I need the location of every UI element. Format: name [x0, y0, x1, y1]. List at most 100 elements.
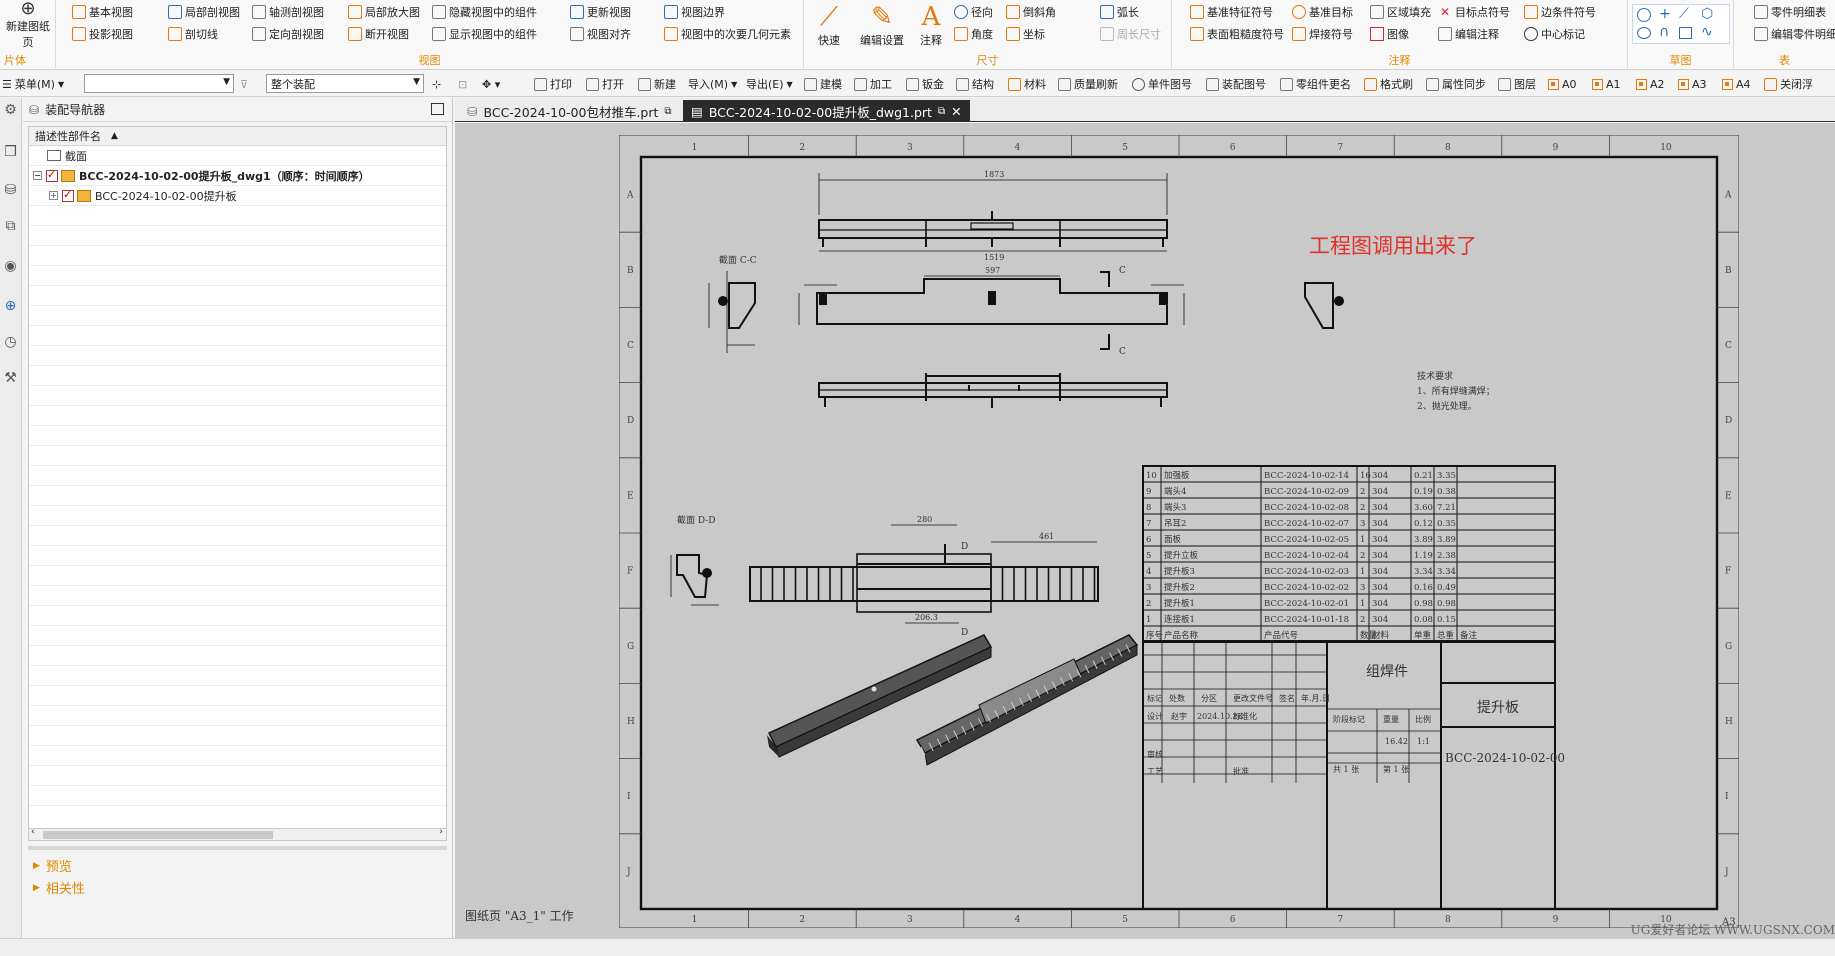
export-button[interactable]: 导出(E) ▼: [746, 75, 793, 93]
align-view-button[interactable]: 视图对齐: [570, 24, 631, 44]
visibility-checkbox[interactable]: [46, 168, 58, 182]
a2-button[interactable]: A2: [1636, 75, 1665, 93]
new-sheet-button[interactable]: ⊕ 新建图纸页: [2, 0, 54, 50]
horizontal-scrollbar[interactable]: ‹ ›: [28, 827, 447, 841]
scroll-right-icon[interactable]: ›: [439, 827, 443, 837]
close-float-button[interactable]: 关闭浮: [1764, 75, 1813, 93]
structure-button[interactable]: 结构: [956, 75, 994, 93]
a3-button[interactable]: A3: [1678, 75, 1707, 93]
view-boundary-button[interactable]: 视图边界: [664, 2, 725, 22]
maximize-icon[interactable]: [431, 103, 444, 115]
circle-icon[interactable]: [1637, 8, 1651, 22]
axonometric-section-button[interactable]: 轴测剖视图: [252, 2, 324, 22]
collapse-icon[interactable]: −: [33, 171, 42, 180]
splitter[interactable]: [28, 846, 447, 850]
angle-dimension-button[interactable]: 角度: [954, 24, 993, 44]
edit-annotation-button[interactable]: 编辑注释: [1438, 24, 1499, 44]
popout-icon[interactable]: ⧉: [664, 106, 671, 117]
print-button[interactable]: 打印: [534, 75, 572, 93]
point-icon[interactable]: +: [1659, 6, 1671, 22]
tree-row-drawing[interactable]: − BCC-2024-10-02-00提升板_dwg1（顺序：时间顺序）: [29, 166, 446, 186]
reuse-library-icon[interactable]: ◉: [2, 258, 19, 275]
roles-icon[interactable]: ⚒: [2, 370, 19, 387]
broken-section-view-button[interactable]: 局部剖视图: [168, 2, 240, 22]
polygon-icon[interactable]: ⬡: [1701, 6, 1713, 22]
part-number-button[interactable]: 单件图号: [1132, 75, 1192, 93]
assembly-navigator-icon[interactable]: ⛁: [2, 182, 19, 199]
arc-length-button[interactable]: 弧长: [1100, 2, 1139, 22]
datum-feature-button[interactable]: 基准特征符号: [1190, 2, 1273, 22]
edit-settings-button[interactable]: ✎ 编辑设置: [856, 2, 908, 48]
a0-button[interactable]: A0: [1548, 75, 1577, 93]
modeling-button[interactable]: 建模: [804, 75, 842, 93]
preview-section[interactable]: ▶ 预览: [33, 856, 72, 875]
scrollbar-thumb[interactable]: [43, 831, 273, 839]
oriented-section-button[interactable]: 定向剖视图: [252, 24, 324, 44]
visibility-checkbox[interactable]: [62, 188, 74, 202]
point-snap-icon[interactable]: ✥ ▾: [482, 75, 500, 93]
filter-icon[interactable]: ⊽: [240, 75, 248, 93]
scroll-left-icon[interactable]: ‹: [31, 827, 35, 837]
ellipse-icon[interactable]: [1637, 27, 1651, 39]
close-icon[interactable]: ✕: [951, 104, 961, 119]
format-painter-button[interactable]: 格式刷: [1364, 75, 1413, 93]
perimeter-dimension-button[interactable]: 周长尺寸: [1100, 24, 1161, 44]
open-button[interactable]: 打开: [586, 75, 624, 93]
edge-condition-button[interactable]: 边条件符号: [1524, 2, 1596, 22]
drawing-sheet[interactable]: 1 2 3 4 5 6 7 8 9 10 1 2 3 4 5 6 7 8 9 10 A B C D E F G H I J A B C D E…: [619, 135, 1739, 928]
relations-section[interactable]: ▶ 相关性: [33, 878, 85, 897]
hide-components-button[interactable]: 隐藏视图中的组件: [432, 2, 537, 22]
tab-drawing[interactable]: ▤ BCC-2024-10-02-00提升板_dwg1.prt ⧉ ✕: [683, 100, 970, 122]
secondary-geometry-button[interactable]: 视图中的次要几何元素: [664, 24, 791, 44]
break-view-button[interactable]: 断开视图: [348, 24, 409, 44]
layer-button[interactable]: 图层: [1498, 75, 1536, 93]
material-button[interactable]: 材料: [1008, 75, 1046, 93]
tab-cart-part[interactable]: ⛁ BCC-2024-10-00包材推车.prt ⧉: [459, 100, 680, 122]
attribute-sync-button[interactable]: 属性同步: [1426, 75, 1486, 93]
tree-row-part[interactable]: + BCC-2024-10-02-00提升板: [29, 186, 446, 206]
assembly-scope-dropdown[interactable]: 整个装配 ▼: [266, 74, 424, 93]
a1-button[interactable]: A1: [1592, 75, 1621, 93]
selection-filter-dropdown[interactable]: ▼: [84, 74, 234, 93]
rectangle-icon[interactable]: [1679, 27, 1692, 39]
sheet-metal-button[interactable]: 钣金: [906, 75, 944, 93]
edit-parts-list-button[interactable]: 编辑零件明细: [1754, 24, 1835, 44]
target-point-button[interactable]: ✕ 目标点符号: [1438, 2, 1510, 22]
radial-dimension-button[interactable]: 径向: [954, 2, 993, 22]
chamfer-dimension-button[interactable]: 倒斜角: [1006, 2, 1056, 22]
surface-finish-button[interactable]: 表面粗糙度符号: [1190, 24, 1284, 44]
tree-row-section[interactable]: 截面: [29, 146, 446, 166]
weld-symbol-button[interactable]: 焊接符号: [1292, 24, 1353, 44]
center-mark-button[interactable]: 中心标记: [1524, 24, 1585, 44]
new-button[interactable]: 新建: [638, 75, 676, 93]
line-icon[interactable]: ⟋: [1679, 6, 1689, 22]
import-button[interactable]: 导入(M) ▼: [688, 75, 737, 93]
history-icon[interactable]: ◷: [2, 334, 19, 351]
a4-button[interactable]: A4: [1722, 75, 1751, 93]
base-view-button[interactable]: 基本视图: [72, 2, 133, 22]
datum-target-button[interactable]: 基准目标: [1292, 2, 1353, 22]
machining-button[interactable]: 加工: [854, 75, 892, 93]
constraint-navigator-icon[interactable]: ⧉: [2, 218, 19, 235]
select-icon[interactable]: ⊡: [458, 75, 467, 93]
web-browser-icon[interactable]: ⊕: [2, 298, 19, 315]
detail-view-button[interactable]: 局部放大图: [348, 2, 420, 22]
spline-icon[interactable]: ∿: [1701, 24, 1713, 40]
tree-column-header[interactable]: 描述性部件名 ▲: [29, 127, 446, 146]
update-view-button[interactable]: 更新视图: [570, 2, 631, 22]
part-navigator-icon[interactable]: ❒: [2, 144, 19, 161]
show-components-button[interactable]: 显示视图中的组件: [432, 24, 537, 44]
menu-button[interactable]: ☰ 菜单(M) ▼: [2, 75, 64, 93]
expand-icon[interactable]: +: [49, 191, 58, 200]
projected-view-button[interactable]: 投影视图: [72, 24, 133, 44]
snap-icon[interactable]: ⊹: [432, 75, 441, 93]
popout-icon[interactable]: ⧉: [938, 106, 945, 117]
ordinate-dimension-button[interactable]: 坐标: [1006, 24, 1045, 44]
graphics-window[interactable]: 1 2 3 4 5 6 7 8 9 10 1 2 3 4 5 6 7 8 9 10 A B C D E F G H I J A B C D E…: [455, 123, 1835, 938]
section-line-button[interactable]: 剖切线: [168, 24, 218, 44]
image-button[interactable]: 图像: [1370, 24, 1409, 44]
note-button[interactable]: A 注释: [914, 2, 948, 48]
parts-list-button[interactable]: 零件明细表: [1754, 2, 1826, 22]
assembly-number-button[interactable]: 装配图号: [1206, 75, 1266, 93]
settings-icon[interactable]: ⚙: [2, 102, 19, 119]
